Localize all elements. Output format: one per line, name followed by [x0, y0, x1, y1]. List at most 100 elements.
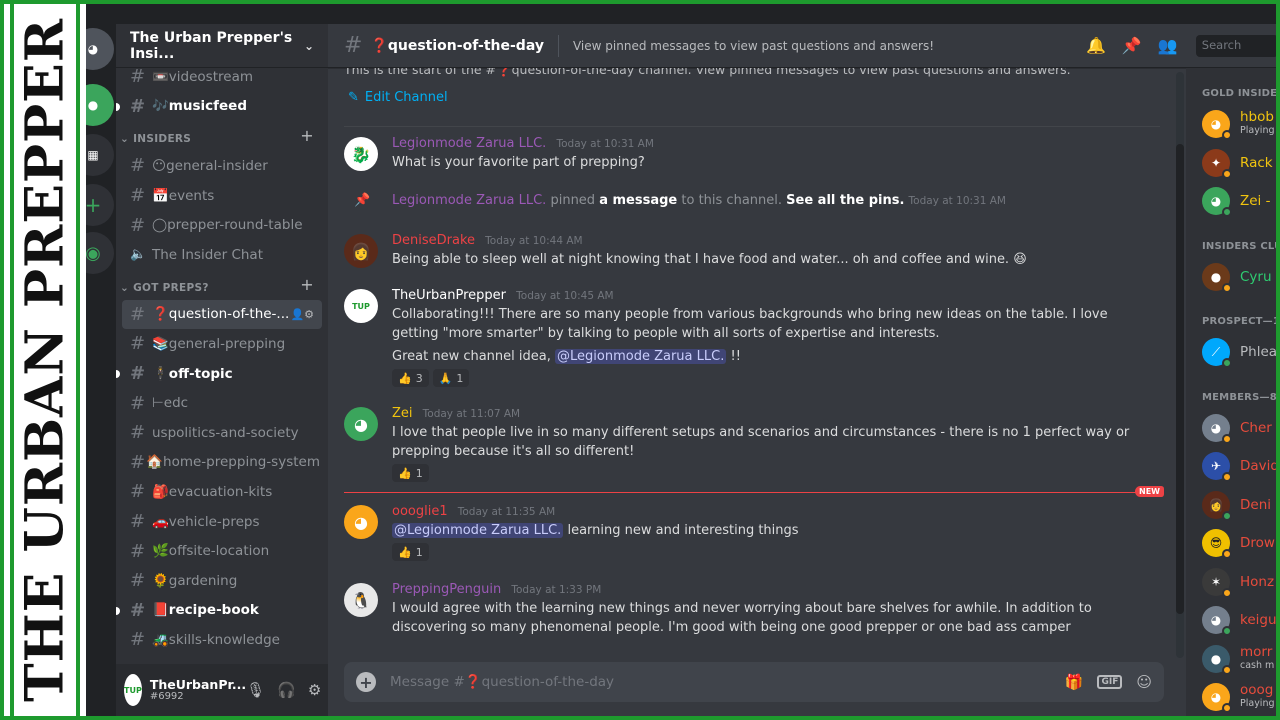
- channel-topic[interactable]: View pinned messages to view past questi…: [573, 39, 934, 53]
- channel-uspolitics[interactable]: # uspolitics-and-society: [116, 418, 328, 448]
- channel-general-insider[interactable]: # 😶general-insider: [116, 151, 328, 181]
- reaction-thumbs-up[interactable]: 👍 1: [392, 543, 429, 561]
- member-item[interactable]: ◕ Zei -: [1186, 182, 1276, 221]
- channel-events[interactable]: # 📅events: [116, 181, 328, 211]
- member-item[interactable]: ⟋ Phlea: [1186, 333, 1276, 372]
- author-name[interactable]: PreppingPenguin: [392, 582, 501, 597]
- channel-intro: This is the start of the #❓question-of-t…: [344, 68, 1071, 77]
- brand-stripe: [76, 4, 80, 716]
- member-item[interactable]: ● Cyru: [1186, 258, 1276, 297]
- channel-edc[interactable]: # ⊢edc: [116, 388, 328, 418]
- author-name[interactable]: TheUrbanPrepper: [392, 288, 506, 303]
- members-icon[interactable]: 👥: [1158, 36, 1178, 55]
- gif-button[interactable]: GIF: [1097, 675, 1123, 689]
- channel-videostream[interactable]: # 📼videostream: [116, 68, 328, 92]
- voice-channel-insider-chat[interactable]: 🔈 The Insider Chat: [116, 240, 328, 270]
- member-item[interactable]: 😎 Drow: [1186, 524, 1276, 563]
- hash-icon: #: [130, 511, 146, 533]
- author-name[interactable]: Legionmode Zarua LLC.: [392, 136, 546, 151]
- channel-home-prepping-system[interactable]: # 🏠home-prepping-system: [116, 448, 328, 478]
- channel-skills-knowledge[interactable]: # 🚜skills-knowledge: [116, 625, 328, 655]
- edit-channel-link[interactable]: ✎ Edit Channel: [328, 80, 1176, 114]
- message-input[interactable]: Message #❓question-of-the-day: [390, 674, 614, 690]
- message-body: I love that people live in so many diffe…: [392, 425, 1130, 459]
- avatar[interactable]: TUP: [344, 289, 378, 323]
- channel-evacuation-kits[interactable]: # 🎒evacuation-kits: [116, 477, 328, 507]
- server-icon[interactable]: ●: [86, 84, 114, 126]
- timestamp: Today at 10:44 AM: [485, 235, 583, 247]
- reaction-pray[interactable]: 🙏 1: [432, 369, 470, 387]
- add-channel-icon[interactable]: +: [300, 126, 314, 145]
- author-name[interactable]: Legionmode Zarua LLC.: [392, 193, 546, 208]
- message-meta: Legionmode Zarua LLC. Today at 10:31 AM: [392, 135, 1156, 153]
- member-item[interactable]: ✈ David: [1186, 447, 1276, 486]
- invite-and-settings-icons[interactable]: 👤⚙: [290, 308, 314, 321]
- category-insiders[interactable]: ⌄ INSIDERS +: [116, 121, 328, 151]
- channel-general-prepping[interactable]: # 📚general-prepping: [116, 329, 328, 359]
- add-server-icon[interactable]: +: [86, 184, 114, 226]
- member-item[interactable]: ◕ Cher: [1186, 409, 1276, 448]
- author-name[interactable]: Zei: [392, 406, 413, 421]
- channel-label: ◯prepper-round-table: [152, 217, 303, 234]
- member-item[interactable]: ◕ hbob Playing: [1186, 105, 1276, 144]
- channel-gardening[interactable]: # 🌻gardening: [116, 566, 328, 596]
- channel-off-topic[interactable]: # 🕴off-topic: [116, 359, 328, 389]
- member-name: Drow: [1240, 535, 1275, 552]
- member-item[interactable]: ◕ ooog Playing: [1186, 678, 1276, 716]
- member-item[interactable]: ● morr cash m: [1186, 640, 1276, 679]
- author-name[interactable]: oooglie1: [392, 504, 448, 519]
- member-item[interactable]: ◕ keigu: [1186, 601, 1276, 640]
- message-meta: PreppingPenguin Today at 1:33 PM: [392, 581, 1156, 599]
- add-channel-icon[interactable]: +: [300, 275, 314, 294]
- avatar[interactable]: ◕: [344, 407, 378, 441]
- avatar[interactable]: 🐉: [344, 137, 378, 171]
- server-icon[interactable]: ◕: [86, 28, 114, 70]
- author-name[interactable]: DeniseDrake: [392, 233, 475, 248]
- member-name: Zei -: [1240, 193, 1271, 210]
- member-item[interactable]: 👩 Deni: [1186, 486, 1276, 525]
- category-got-preps[interactable]: ⌄ GOT PREPS? +: [116, 270, 328, 300]
- avatar[interactable]: TUP: [124, 674, 142, 706]
- server-header[interactable]: The Urban Prepper's Insi... ⌄: [116, 24, 328, 68]
- server-icon[interactable]: ▦: [86, 134, 114, 176]
- avatar[interactable]: 🐧: [344, 583, 378, 617]
- new-messages-divider: NEW: [344, 486, 1164, 497]
- reaction-thumbs-up[interactable]: 👍 1: [392, 464, 429, 482]
- reaction-thumbs-up[interactable]: 👍 3: [392, 369, 429, 387]
- avatar[interactable]: 👩: [344, 234, 378, 268]
- member-item[interactable]: ✦ Rack: [1186, 144, 1276, 183]
- channel-label: 🎒evacuation-kits: [152, 483, 273, 500]
- upload-plus-button[interactable]: +: [356, 672, 376, 692]
- gear-icon[interactable]: ⚙: [308, 681, 321, 699]
- explore-servers-icon[interactable]: ◉: [86, 232, 114, 274]
- chat-header: # ❓question-of-the-day View pinned messa…: [328, 24, 1186, 68]
- chevron-down-icon: ⌄: [303, 38, 314, 53]
- avatar[interactable]: ◕: [344, 505, 378, 539]
- scrollbar-thumb[interactable]: [1176, 144, 1184, 614]
- channel-recipe-book[interactable]: # 📕recipe-book: [116, 596, 328, 626]
- mention[interactable]: @Legionmode Zarua LLC.: [555, 349, 727, 364]
- pinned-message-link[interactable]: a message: [599, 193, 677, 208]
- bell-icon[interactable]: 🔔: [1086, 36, 1106, 55]
- search-input[interactable]: Search: [1195, 34, 1276, 57]
- channel-musicfeed[interactable]: # 🎶musicfeed: [116, 92, 328, 122]
- microphone-icon[interactable]: 🎙: [246, 681, 265, 699]
- server-name: The Urban Prepper's Insi...: [130, 29, 293, 62]
- see-all-pins-link[interactable]: See all the pins.: [786, 193, 904, 208]
- headphones-icon[interactable]: 🎧: [277, 681, 296, 699]
- user-info[interactable]: TheUrbanPr... #6992: [150, 677, 246, 702]
- channel-offsite-location[interactable]: # 🌿offsite-location: [116, 536, 328, 566]
- channel-question-of-the-day[interactable]: # ❓question-of-the-... 👤⚙: [122, 299, 322, 330]
- avatar: ◕: [1202, 683, 1232, 714]
- gift-icon[interactable]: 🎁: [1065, 673, 1084, 691]
- emoji-icon[interactable]: ☺: [1136, 673, 1152, 691]
- member-item[interactable]: ✶ Honz: [1186, 563, 1276, 602]
- pin-icon[interactable]: 📌: [1122, 36, 1142, 55]
- channel-vehicle-preps[interactable]: # 🚗vehicle-preps: [116, 507, 328, 537]
- pin-text: pinned: [550, 193, 596, 208]
- channel-prepper-round-table[interactable]: # ◯prepper-round-table: [116, 210, 328, 240]
- hash-icon: #: [130, 599, 146, 621]
- hash-icon: #: [130, 481, 146, 503]
- edit-channel-label: Edit Channel: [364, 90, 448, 105]
- mention[interactable]: @Legionmode Zarua LLC.: [392, 523, 564, 538]
